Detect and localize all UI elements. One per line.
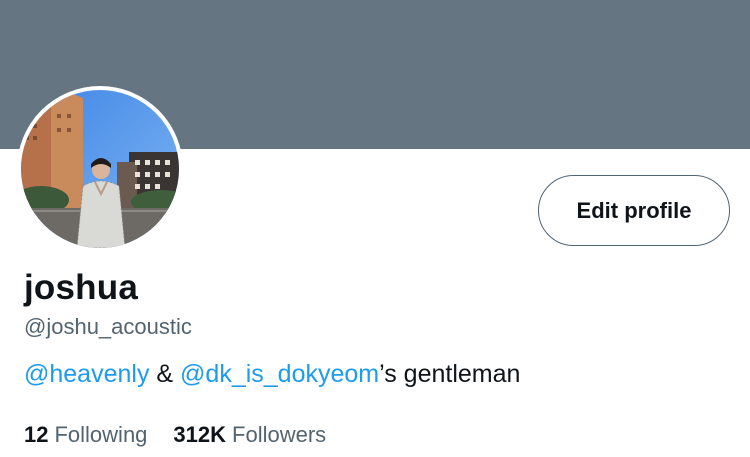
followers-count: 312K bbox=[173, 422, 227, 447]
followers-link[interactable]: 312K Followers bbox=[173, 422, 326, 448]
bio: @heavenly & @dk_is_dokyeom’s gentleman bbox=[24, 360, 520, 389]
bio-suffix: ’s gentleman bbox=[379, 360, 521, 388]
following-label: Following bbox=[54, 422, 148, 447]
display-name: joshua bbox=[24, 268, 138, 307]
edit-profile-button[interactable]: Edit profile bbox=[538, 175, 730, 246]
bio-mention-heavenly[interactable]: @heavenly bbox=[24, 360, 149, 388]
avatar-photo bbox=[21, 90, 179, 248]
followers-label: Followers bbox=[232, 422, 327, 447]
edit-profile-label: Edit profile bbox=[576, 197, 692, 223]
following-count: 12 bbox=[24, 422, 49, 447]
bio-ampersand: & bbox=[149, 360, 181, 388]
bio-mention-dk-is-dokyeom[interactable]: @dk_is_dokyeom bbox=[180, 360, 379, 388]
follow-stats: 12 Following 312K Followers bbox=[24, 422, 326, 448]
avatar[interactable] bbox=[17, 86, 183, 252]
username-handle: @joshu_acoustic bbox=[24, 314, 192, 339]
following-link[interactable]: 12 Following bbox=[24, 422, 147, 448]
